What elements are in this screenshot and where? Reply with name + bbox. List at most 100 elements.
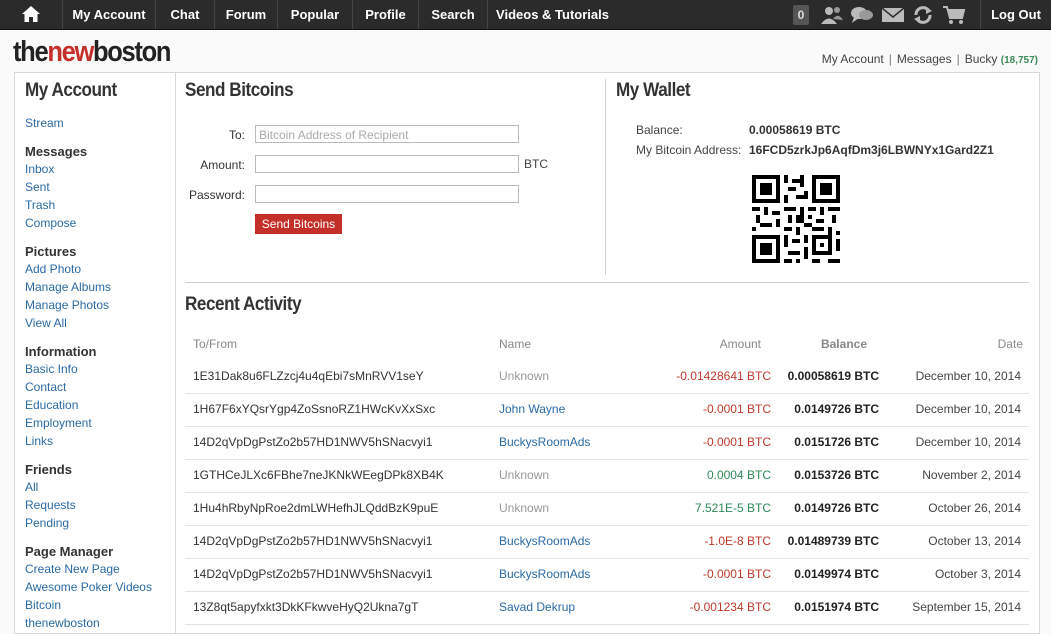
- sidebar-heading-information: Information: [25, 344, 97, 359]
- table-row: 1H67F6xYQsrYgp4ZoSsnoRZ1HWcKvXxSxc John …: [185, 393, 1029, 427]
- balance-value: 0.00058619 BTC: [749, 123, 841, 137]
- column-header-name: Name: [499, 337, 532, 351]
- sidebar-item-manage-photos[interactable]: Manage Photos: [25, 298, 109, 312]
- recent-activity-title: Recent Activity: [185, 294, 302, 315]
- sidebar-item-view-all[interactable]: View All: [25, 316, 67, 330]
- address-cell: 14D2qVpDgPstZo2b57HD1NWV5hSNacvyi1: [193, 534, 433, 548]
- nav-my-account[interactable]: My Account: [62, 0, 155, 29]
- name-link[interactable]: Savad Dekrup: [499, 600, 575, 614]
- shopping-cart-icon[interactable]: [942, 5, 966, 25]
- balance-cell: 0.0149726 BTC: [794, 501, 879, 515]
- nav-forum[interactable]: Forum: [214, 0, 277, 29]
- amount-cell: -0.01428641 BTC: [676, 369, 771, 383]
- table-row: 1Hu4hRbyNpRoe2dmLWHefhJLQddBzK9puE Unkno…: [185, 492, 1029, 526]
- name-cell: Unknown: [499, 501, 550, 515]
- balance-cell: 0.0153726 BTC: [794, 468, 879, 482]
- name-cell: Unknown: [499, 468, 550, 482]
- sidebar-item-basic-info[interactable]: Basic Info: [25, 362, 78, 376]
- logo-part-new: new: [47, 36, 94, 68]
- sidebar-item-pending[interactable]: Pending: [25, 516, 69, 530]
- sidebar-item-education[interactable]: Education: [25, 398, 78, 412]
- sidebar-item-requests[interactable]: Requests: [25, 498, 76, 512]
- table-row: 1GTHCeJLXc6FBhe7neJKNkWEegDPk8XB4K Unkno…: [185, 459, 1029, 493]
- sidebar-item-stream[interactable]: Stream: [25, 116, 64, 130]
- sidebar-item-manage-albums[interactable]: Manage Albums: [25, 280, 111, 294]
- to-label: To:: [228, 128, 245, 142]
- password-input[interactable]: [255, 185, 519, 203]
- amount-input[interactable]: [255, 155, 519, 173]
- section-divider: [185, 282, 1029, 283]
- date-cell: October 13, 2014: [928, 534, 1021, 548]
- sidebar-item-compose[interactable]: Compose: [25, 216, 76, 230]
- amount-label: Amount:: [200, 158, 245, 172]
- user-links: My Account | Messages | Bucky (18,757): [821, 52, 1038, 66]
- header-username-link[interactable]: Bucky: [965, 52, 998, 66]
- send-bitcoins-button[interactable]: Send Bitcoins: [255, 214, 342, 234]
- column-header-amount: Amount: [719, 337, 761, 351]
- name-link[interactable]: BuckysRoomAds: [499, 567, 590, 581]
- name-cell: Unknown: [499, 369, 550, 383]
- sidebar-item-all-friends[interactable]: All: [25, 480, 38, 494]
- sidebar-item-contact[interactable]: Contact: [25, 380, 66, 394]
- logout-button[interactable]: Log Out: [980, 0, 1051, 29]
- nav-search[interactable]: Search: [418, 0, 487, 29]
- logo-part-the: the: [13, 36, 49, 68]
- top-nav-bar: My Account Chat Forum Popular Profile Se…: [0, 0, 1051, 30]
- nav-popular[interactable]: Popular: [277, 0, 352, 29]
- column-header-balance: Balance: [820, 337, 867, 351]
- refresh-icon[interactable]: [912, 5, 934, 25]
- mail-icon[interactable]: [881, 5, 905, 25]
- sidebar-item-add-photo[interactable]: Add Photo: [25, 262, 81, 276]
- my-wallet-title: My Wallet: [616, 80, 691, 101]
- sidebar-item-thenewboston[interactable]: thenewboston: [25, 616, 100, 630]
- sidebar-heading-page-manager: Page Manager: [25, 544, 114, 559]
- column-header-date: Date: [997, 337, 1023, 351]
- name-link[interactable]: John Wayne: [499, 402, 565, 416]
- logo-part-boston: boston: [92, 36, 171, 68]
- amount-cell: 0.0004 BTC: [706, 468, 771, 482]
- header-messages-link[interactable]: Messages: [897, 52, 952, 66]
- balance-cell: 0.0151974 BTC: [794, 600, 879, 614]
- sidebar-item-create-new-page[interactable]: Create New Page: [25, 562, 120, 576]
- column-header-tofrom: To/From: [193, 337, 238, 351]
- nav-videos-tutorials[interactable]: Videos & Tutorials: [487, 0, 617, 29]
- sidebar: My Account Stream Messages Inbox Sent Tr…: [15, 73, 176, 633]
- sidebar-item-trash[interactable]: Trash: [25, 198, 55, 212]
- sidebar-item-bitcoin[interactable]: Bitcoin: [25, 598, 61, 612]
- sidebar-item-links[interactable]: Links: [25, 434, 53, 448]
- name-link[interactable]: BuckysRoomAds: [499, 435, 590, 449]
- notification-count-badge[interactable]: 0: [793, 5, 809, 25]
- site-logo[interactable]: thenewboston: [13, 36, 171, 69]
- friends-icon[interactable]: [820, 5, 844, 25]
- balance-cell: 0.0149726 BTC: [794, 402, 879, 416]
- date-cell: December 10, 2014: [915, 369, 1021, 383]
- home-button[interactable]: [0, 0, 62, 29]
- amount-cell: 7.521E-5 BTC: [694, 501, 771, 515]
- date-cell: October 3, 2014: [934, 567, 1021, 581]
- sidebar-item-sent[interactable]: Sent: [25, 180, 50, 194]
- address-cell: 1GTHCeJLXc6FBhe7neJKNkWEegDPk8XB4K: [193, 468, 444, 482]
- sidebar-item-employment[interactable]: Employment: [25, 416, 92, 430]
- sidebar-heading-messages: Messages: [25, 144, 88, 159]
- address-cell: 13Z8qt5apyfxkt3DkKFkwveHyQ2Ukna7gT: [193, 600, 419, 614]
- recipient-address-input[interactable]: Bitcoin Address of Recipient: [255, 125, 519, 143]
- chat-bubbles-icon[interactable]: [850, 5, 874, 25]
- nav-icon-group: 0: [790, 0, 980, 29]
- sidebar-heading-pictures: Pictures: [25, 244, 77, 259]
- address-cell: 14D2qVpDgPstZo2b57HD1NWV5hSNacvyi1: [193, 567, 433, 581]
- nav-profile[interactable]: Profile: [352, 0, 418, 29]
- password-label: Password:: [188, 188, 245, 202]
- amount-cell: -1.0E-8 BTC: [704, 534, 771, 548]
- address-cell: 1Hu4hRbyNpRoe2dmLWHefhJLQddBzK9puE: [193, 501, 439, 515]
- balance-cell: 0.01489739 BTC: [787, 534, 879, 548]
- address-cell: 1H67F6xYQsrYgp4ZoSsnoRZ1HWcKvXxSxc: [193, 402, 436, 416]
- balance-cell: 0.0149974 BTC: [794, 567, 879, 581]
- nav-chat[interactable]: Chat: [155, 0, 214, 29]
- table-row: 14D2qVpDgPstZo2b57HD1NWV5hSNacvyi1 Bucky…: [185, 558, 1029, 592]
- sidebar-item-inbox[interactable]: Inbox: [25, 162, 54, 176]
- date-cell: December 10, 2014: [915, 435, 1021, 449]
- date-cell: September 15, 2014: [912, 600, 1021, 614]
- sidebar-item-awesome-poker-videos[interactable]: Awesome Poker Videos: [25, 580, 152, 594]
- header-my-account-link[interactable]: My Account: [822, 52, 884, 66]
- name-link[interactable]: BuckysRoomAds: [499, 534, 590, 548]
